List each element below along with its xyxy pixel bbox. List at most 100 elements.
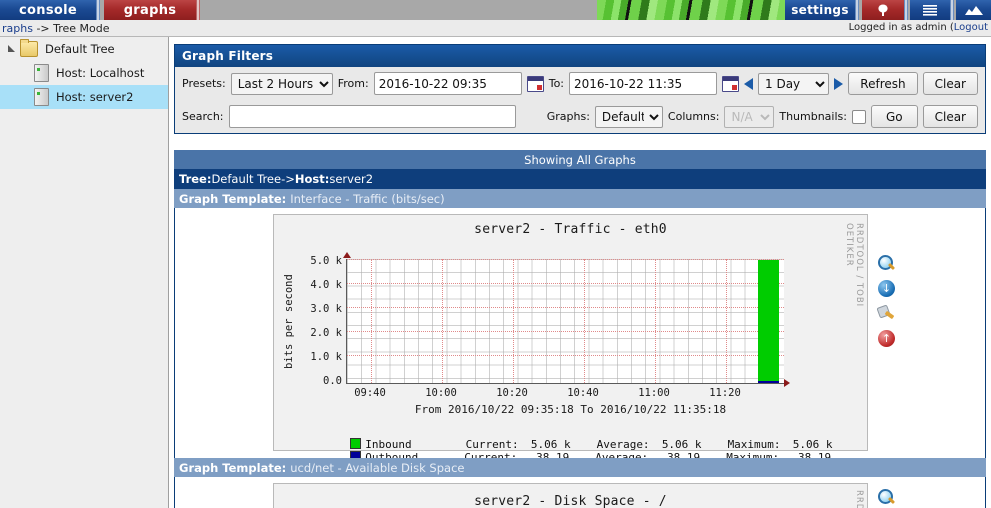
graphs-label: Graphs:: [546, 110, 590, 123]
tree-icon: [878, 4, 888, 16]
gridline-major: [347, 259, 784, 260]
gridline-major: [513, 259, 514, 383]
rrd-graph-traffic[interactable]: server2 - Traffic - eth0 bits per second…: [273, 214, 868, 464]
showing-all-graphs-label: Showing All Graphs: [524, 152, 636, 167]
header-banner-graphic: [597, 0, 797, 20]
to-date-input[interactable]: [569, 72, 718, 95]
rrdtool-watermark: RRDTOOL / TOBI OETIKER: [844, 223, 864, 308]
shift-back-icon[interactable]: [744, 77, 754, 90]
tab-divider-5: [950, 0, 954, 20]
gridline-major: [442, 259, 443, 383]
plot-area: [346, 259, 784, 384]
host-value-label: server2: [329, 172, 374, 186]
search-input[interactable]: [228, 105, 516, 128]
sidebar-item-label: Host: server2: [56, 90, 134, 104]
y-tick-label: 3.0 k: [310, 303, 342, 315]
gridline-major: [347, 355, 784, 356]
wrench-icon[interactable]: [878, 305, 895, 322]
graph-template-key: Graph Template:: [179, 191, 287, 206]
graph-template-value: Interface - Traffic (bits/sec): [290, 191, 445, 206]
x-tick-label: 10:00: [425, 387, 457, 399]
clear-search-button[interactable]: Clear: [922, 105, 978, 128]
logged-in-label: Logged in as admin (: [848, 22, 954, 33]
tree-root-default-tree[interactable]: Default Tree: [0, 37, 168, 61]
x-axis-arrow-icon: [784, 379, 790, 387]
tab-list-view[interactable]: [910, 0, 950, 20]
tab-settings[interactable]: settings: [785, 0, 855, 20]
to-label: To:: [548, 77, 565, 90]
time-span-select[interactable]: 1 Day: [758, 72, 830, 95]
tab-console-label: console: [19, 2, 77, 18]
y-tick-label: 5.0 k: [310, 255, 342, 267]
tab-tree-view[interactable]: [862, 0, 904, 20]
sidebar-item-host-localhost[interactable]: Host: Localhost: [0, 61, 168, 85]
tab-divider-3: [855, 0, 859, 20]
calendar-icon-to[interactable]: [722, 75, 740, 92]
gridline-major: [347, 283, 784, 284]
gridline-major: [655, 259, 656, 383]
login-status: Logged in as admin (Logout: [849, 22, 988, 33]
page-top-icon[interactable]: ↑: [878, 330, 895, 347]
logout-link[interactable]: Logout: [954, 22, 988, 33]
from-label: From:: [337, 77, 369, 90]
graph-filters-title: Graph Filters: [175, 45, 985, 67]
tree-host-bar: Tree: Default Tree -> Host: server2: [174, 169, 986, 189]
thumbnails-label: Thumbnails:: [779, 110, 847, 123]
shift-forward-icon[interactable]: [834, 77, 844, 90]
host-key-label: Host:: [294, 172, 330, 186]
graph-template-bar-disk: Graph Template: ucd/net - Available Disk…: [174, 458, 986, 477]
cacti-graph-view: console graphs settings raphs -> Tree Mo…: [0, 0, 991, 508]
graph-filters-panel: Graph Filters Presets: Last 2 Hours From…: [174, 44, 986, 134]
showing-all-graphs-bar: Showing All Graphs: [174, 150, 986, 169]
rrd-graph-disk[interactable]: server2 - Disk Space - / RRDT: [273, 483, 868, 508]
tree-root-label: Default Tree: [45, 42, 115, 56]
tab-console[interactable]: console: [0, 0, 96, 20]
go-button[interactable]: Go: [870, 105, 918, 128]
download-icon[interactable]: ↓: [878, 280, 895, 297]
y-tick-label: 0.0: [323, 375, 342, 387]
magnifier-icon[interactable]: [878, 255, 895, 272]
calendar-icon-from[interactable]: [526, 75, 544, 92]
tab-preview-view[interactable]: [956, 0, 991, 20]
x-tick-label: 11:20: [709, 387, 741, 399]
graphs-select[interactable]: Default: [594, 105, 663, 128]
gridline-major: [371, 259, 372, 383]
clear-button[interactable]: Clear: [922, 72, 978, 95]
magnifier-icon[interactable]: [878, 489, 895, 506]
thumbnails-checkbox[interactable]: [851, 109, 866, 124]
list-icon: [923, 5, 937, 16]
chart-icon: [964, 6, 983, 15]
top-tab-bar: console graphs settings: [0, 0, 991, 20]
y-axis-arrow-icon: [343, 252, 351, 258]
chart2-title: server2 - Disk Space - /: [474, 494, 667, 508]
from-date-input[interactable]: [373, 72, 522, 95]
sidebar-item-host-server2[interactable]: Host: server2: [0, 85, 168, 109]
sidebar-item-label: Host: Localhost: [56, 66, 145, 80]
graph-actions-traffic: ↓ ↑: [878, 255, 895, 347]
columns-label: Columns:: [667, 110, 720, 123]
columns-select[interactable]: N/A: [724, 105, 775, 128]
tab-graphs[interactable]: graphs: [104, 0, 196, 20]
breadcrumb-link[interactable]: raphs: [2, 22, 33, 35]
refresh-button[interactable]: Refresh: [848, 72, 918, 95]
graph-container-disk: server2 - Disk Space - / RRDT: [174, 477, 986, 508]
gridline-major: [347, 331, 784, 332]
search-label: Search:: [182, 110, 224, 123]
tab-divider-2: [196, 0, 200, 20]
presets-select[interactable]: Last 2 Hours: [230, 72, 333, 95]
tab-settings-label: settings: [791, 3, 849, 17]
tree-value-label: Default Tree: [211, 172, 282, 186]
tab-divider-4: [904, 0, 908, 20]
x-tick-label: 09:40: [354, 387, 386, 399]
gridline-major: [726, 259, 727, 383]
graph-container-traffic: server2 - Traffic - eth0 bits per second…: [174, 208, 986, 464]
y-tick-label: 4.0 k: [310, 279, 342, 291]
graph-template-key: Graph Template:: [179, 460, 287, 475]
tab-graphs-label: graphs: [123, 2, 177, 18]
tree-arrow-label: ->: [281, 172, 295, 186]
y-tick-label: 2.0 k: [310, 327, 342, 339]
gridline-major: [584, 259, 585, 383]
chevron-down-icon[interactable]: [6, 43, 18, 55]
graph-template-bar-traffic: Graph Template: Interface - Traffic (bit…: [174, 189, 986, 208]
chart-caption: From 2016/10/22 09:35:18 To 2016/10/22 1…: [414, 403, 727, 416]
